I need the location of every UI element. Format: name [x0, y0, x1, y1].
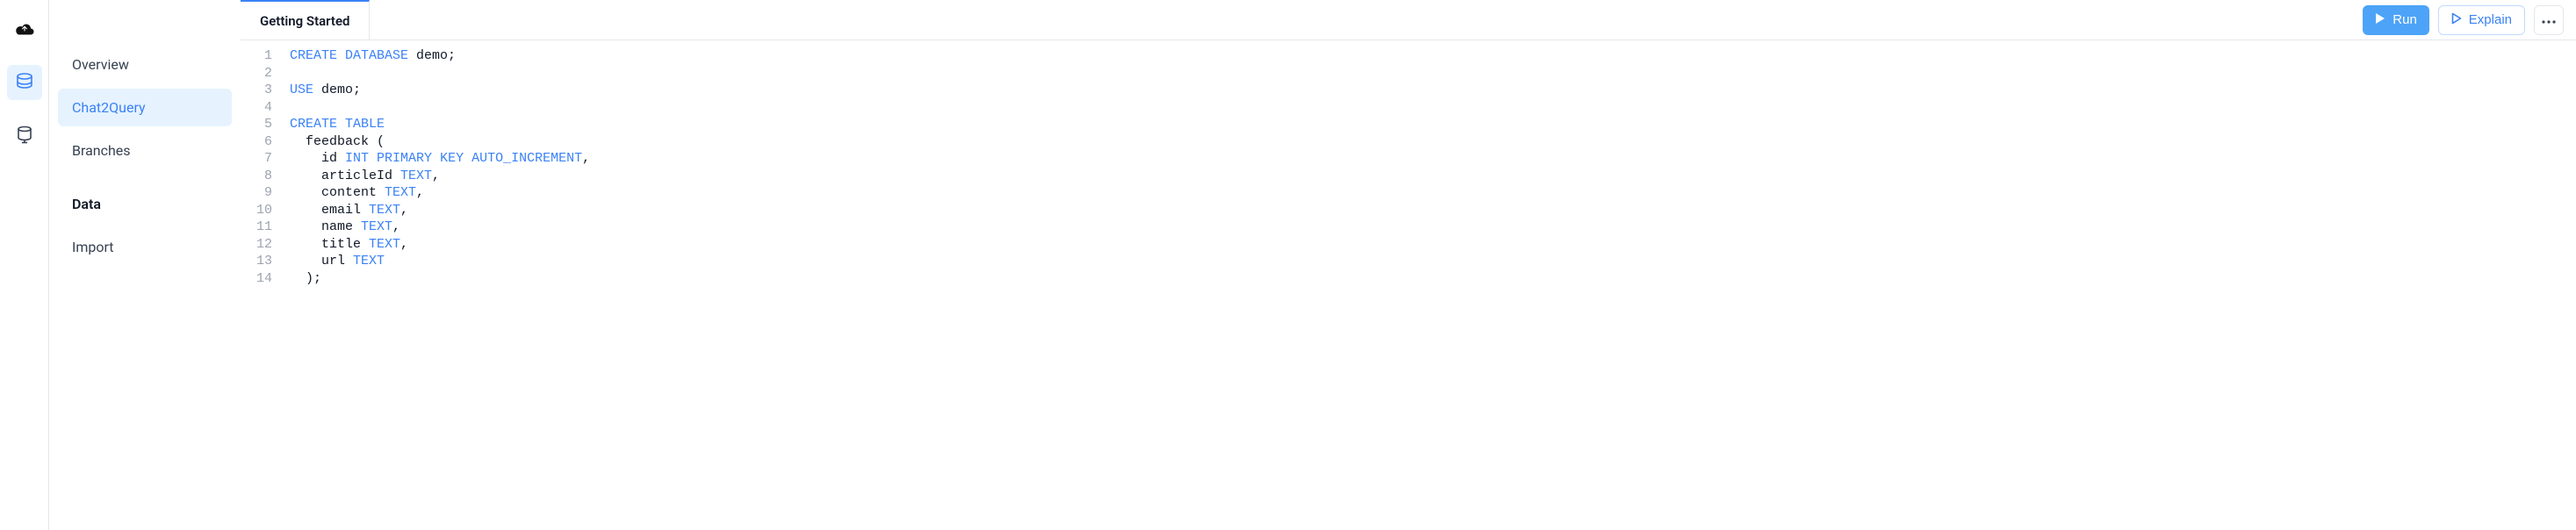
code-line: CREATE DATABASE demo; [279, 47, 2576, 65]
code-line: USE demo; [279, 82, 2576, 99]
sidebar-item-overview[interactable]: Overview [58, 46, 232, 83]
sidebar-item-label: Overview [72, 56, 129, 73]
play-outline-icon [2451, 12, 2462, 28]
line-number: 1 [241, 47, 272, 65]
top-bar: Getting Started Run Explain [241, 0, 2576, 40]
sidebar-item-label: Branches [72, 142, 131, 159]
line-number: 14 [241, 270, 272, 288]
main-area: Getting Started Run Explain [241, 0, 2576, 530]
code-line: id INT PRIMARY KEY AUTO_INCREMENT, [279, 150, 2576, 168]
sidebar-item-chat2query[interactable]: Chat2Query [58, 89, 232, 126]
run-button[interactable]: Run [2363, 5, 2429, 35]
line-number: 7 [241, 150, 272, 168]
server-icon [15, 125, 34, 147]
rail-database-item[interactable] [7, 65, 42, 100]
line-number: 11 [241, 218, 272, 236]
run-button-label: Run [2393, 12, 2417, 27]
play-icon [2375, 12, 2385, 28]
code-line [279, 65, 2576, 82]
sidebar-item-label: Import [72, 239, 114, 255]
sidebar-item-branches[interactable]: Branches [58, 132, 232, 169]
more-button[interactable] [2534, 5, 2564, 35]
icon-rail [0, 0, 49, 530]
code-line: content TEXT, [279, 184, 2576, 202]
code-content: CREATE DATABASE demo; USE demo; CREATE T… [279, 47, 2576, 530]
line-number: 5 [241, 116, 272, 133]
line-gutter: 1234567891011121314 [241, 47, 279, 530]
code-line: title TEXT, [279, 236, 2576, 254]
sidebar-item-label: Chat2Query [72, 99, 146, 116]
line-number: 10 [241, 202, 272, 219]
line-number: 6 [241, 133, 272, 151]
code-line: ); [279, 270, 2576, 288]
tab-label: Getting Started [260, 13, 349, 29]
line-number: 8 [241, 168, 272, 185]
code-line: CREATE TABLE [279, 116, 2576, 133]
code-line: email TEXT, [279, 202, 2576, 219]
line-number: 3 [241, 82, 272, 99]
code-line: name TEXT, [279, 218, 2576, 236]
line-number: 13 [241, 253, 272, 270]
code-line: url TEXT [279, 253, 2576, 270]
explain-button[interactable]: Explain [2438, 5, 2525, 35]
sidebar-item-data[interactable]: Data [58, 185, 232, 223]
line-number: 2 [241, 65, 272, 82]
code-line [279, 99, 2576, 117]
tab-getting-started[interactable]: Getting Started [241, 0, 370, 39]
sidebar-item-label: Data [72, 196, 101, 212]
sidebar: Overview Chat2Query Branches Data Import [49, 0, 241, 530]
code-line: feedback ( [279, 133, 2576, 151]
rail-server-item[interactable] [15, 125, 34, 147]
line-number: 4 [241, 99, 272, 117]
explain-button-label: Explain [2469, 12, 2512, 27]
cloud-icon [14, 21, 35, 40]
code-line: articleId TEXT, [279, 168, 2576, 185]
code-editor[interactable]: 1234567891011121314 CREATE DATABASE demo… [241, 40, 2576, 530]
top-actions: Run Explain [2363, 0, 2576, 39]
sidebar-item-import[interactable]: Import [58, 228, 232, 266]
database-icon [15, 73, 34, 92]
dots-horizontal-icon [2542, 13, 2556, 26]
rail-cloud-item[interactable] [14, 21, 35, 40]
line-number: 9 [241, 184, 272, 202]
line-number: 12 [241, 236, 272, 254]
